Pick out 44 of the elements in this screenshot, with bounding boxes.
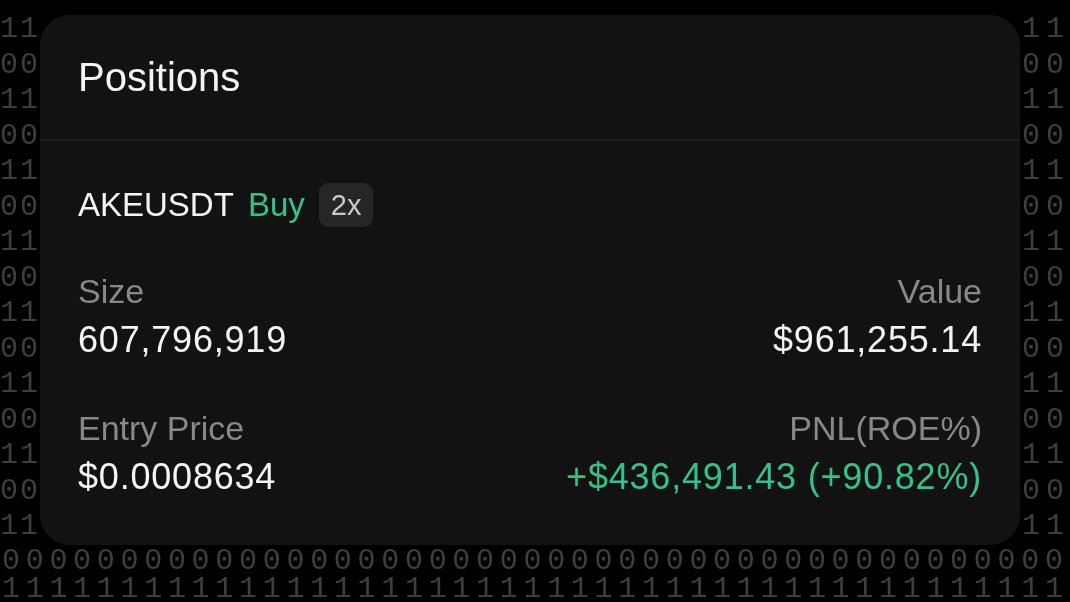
stat-value: 607,796,919 [78,320,287,360]
binary-pattern: 00 [0,189,40,225]
card-title: Positions [78,54,241,101]
binary-pattern: 00 [1022,260,1070,296]
binary-pattern: 11 [0,225,40,261]
binary-pattern: 000000000000000000000000000000000000000000000 [2,547,1069,575]
binary-pattern: 11 [0,12,40,48]
binary-pattern: 11 [1022,509,1070,545]
binary-pattern: 00 [1022,473,1070,509]
stat-value: $961,255.14 [773,320,982,360]
stat-label: PNL(ROE%) [789,408,982,448]
binary-pattern: 11 [1022,83,1070,119]
binary-pattern: 11 [0,438,40,474]
binary-pattern: 11 [0,83,40,119]
binary-pattern: 00 [1022,331,1070,367]
binary-pattern: 00 [0,260,40,296]
binary-pattern: 11 [0,154,40,190]
binary-pattern: 00 [0,402,40,438]
binary-pattern: 00 [0,473,40,509]
binary-pattern: 11 [1022,154,1070,190]
binary-pattern: 00 [0,331,40,367]
binary-pattern: 11 [0,367,40,403]
binary-pattern: 11 [1022,367,1070,403]
side-label: Buy [247,185,305,225]
binary-pattern: 00 [1022,47,1070,83]
stat-label: Entry Price [78,408,245,448]
stat-value: +$436,491.43 (+90.82%) [566,457,982,497]
stat-value: $0.0008634 [78,457,277,497]
binary-pattern: 00 [0,47,40,83]
binary-pattern: 111111111111111111111111111111111111111111111 [2,575,1069,602]
binary-pattern: 00 [1022,118,1070,154]
binary-pattern: 11 [1022,296,1070,332]
binary-pattern: 00 [1022,402,1070,438]
binary-pattern: 11 [1022,225,1070,261]
binary-pattern: 11 [1022,12,1070,48]
binary-pattern: 11 [0,296,40,332]
stat-label: Value [897,271,982,311]
binary-pattern: 00 [0,118,40,154]
ticker-symbol: AKEUSDT [78,185,234,225]
binary-pattern: 11 [0,509,40,545]
leverage-tag: 2x [318,183,374,227]
stat-label: Size [78,271,145,311]
binary-pattern: 00 [1022,189,1070,225]
binary-pattern: 11 [1022,438,1070,474]
